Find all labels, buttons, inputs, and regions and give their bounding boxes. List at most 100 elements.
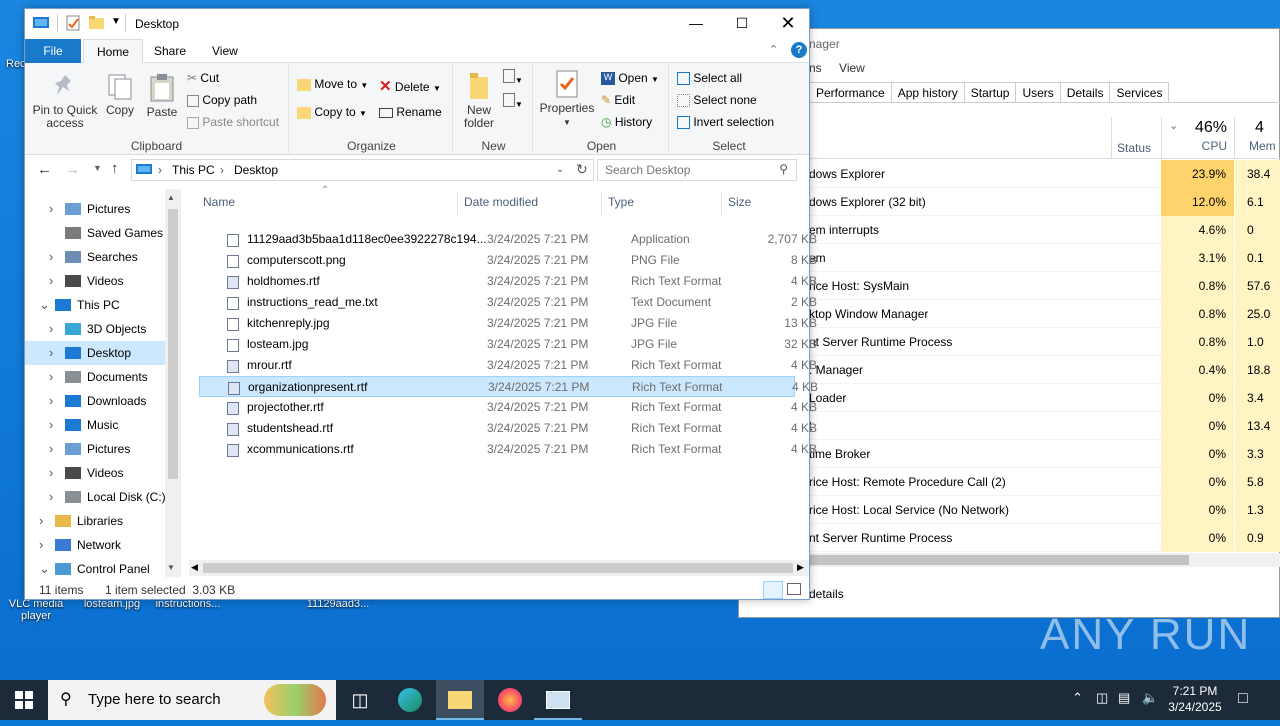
nav-item-saved-games[interactable]: Saved Games bbox=[25, 221, 165, 245]
tab-performance[interactable]: Performance bbox=[809, 82, 892, 102]
copy-button[interactable]: Copy bbox=[103, 73, 137, 117]
tab-home[interactable]: Home bbox=[83, 39, 144, 63]
file-row[interactable]: organizationpresent.rtf 3/24/2025 7:21 P… bbox=[199, 376, 818, 397]
rename-button[interactable]: Rename bbox=[379, 105, 442, 119]
file-row[interactable]: mrour.rtf 3/24/2025 7:21 PM Rich Text Fo… bbox=[199, 355, 817, 376]
process-row[interactable]: : Manager 0.4% 18.8 bbox=[809, 356, 1280, 384]
paste-shortcut-button[interactable]: Paste shortcut bbox=[187, 115, 279, 129]
process-row[interactable]: rice Host: Local Service (No Network) 0%… bbox=[809, 496, 1280, 524]
tab-app-history[interactable]: App history bbox=[890, 82, 965, 102]
process-row[interactable]: nt Server Runtime Process 0.8% 1.0 bbox=[809, 328, 1280, 356]
collapsed-chevron-icon[interactable]: › bbox=[49, 341, 53, 365]
file-row[interactable]: instructions_read_me.txt 3/24/2025 7:21 … bbox=[199, 292, 817, 313]
back-arrow-icon[interactable]: ← bbox=[37, 161, 52, 178]
breadcrumb-this-pc[interactable]: This PC bbox=[172, 163, 215, 177]
collapsed-chevron-icon[interactable]: › bbox=[49, 461, 53, 485]
process-row[interactable]: dows Explorer 23.9% 38.4 bbox=[809, 160, 1280, 188]
nav-item-pictures[interactable]: › Pictures bbox=[25, 437, 165, 461]
process-row[interactable]: em interrupts 4.6% 0 bbox=[809, 216, 1280, 244]
collapsed-chevron-icon[interactable]: › bbox=[49, 413, 53, 437]
collapsed-chevron-icon[interactable]: › bbox=[49, 485, 53, 509]
process-row[interactable]: t 0% 13.4 bbox=[809, 412, 1280, 440]
taskbar-search[interactable]: ⚲ Type here to search bbox=[48, 680, 336, 720]
process-row[interactable]: em 3.1% 0.1 bbox=[809, 244, 1280, 272]
collapsed-chevron-icon[interactable]: › bbox=[49, 317, 53, 341]
scroll-down-icon[interactable]: ▼ bbox=[167, 563, 175, 572]
process-row[interactable]: rice Host: SysMain 0.8% 57.6 bbox=[809, 272, 1280, 300]
process-row[interactable]: nt Server Runtime Process 0% 0.9 bbox=[809, 524, 1280, 552]
file-row[interactable]: losteam.jpg 3/24/2025 7:21 PM JPG File 3… bbox=[199, 334, 817, 355]
column-cpu[interactable]: CPU bbox=[1189, 139, 1227, 153]
horizontal-scrollbar[interactable] bbox=[809, 553, 1280, 567]
paste-button[interactable]: Paste bbox=[143, 73, 181, 119]
collapsed-chevron-icon[interactable]: › bbox=[49, 365, 53, 389]
tab-startup[interactable]: Startup bbox=[963, 82, 1017, 102]
process-row[interactable]: time Broker 0% 3.3 bbox=[809, 440, 1280, 468]
details-view-icon[interactable] bbox=[763, 581, 783, 599]
expanded-chevron-icon[interactable]: ⌄ bbox=[39, 557, 50, 577]
nav-item-local-disk-c-[interactable]: › Local Disk (C:) bbox=[25, 485, 166, 509]
collapsed-chevron-icon[interactable]: › bbox=[49, 245, 53, 269]
collapsed-chevron-icon[interactable]: › bbox=[39, 509, 43, 533]
history-button[interactable]: ◷ History bbox=[601, 115, 652, 129]
address-dropdown-icon[interactable]: ⌄ bbox=[556, 164, 564, 175]
move-to-button[interactable]: Move to ▼ bbox=[297, 77, 368, 91]
file-row[interactable]: studentshead.rtf 3/24/2025 7:21 PM Rich … bbox=[199, 418, 817, 439]
scroll-up-icon[interactable]: ▲ bbox=[167, 193, 175, 202]
edit-button[interactable]: ✎ Edit bbox=[601, 93, 635, 107]
collapsed-chevron-icon[interactable]: › bbox=[49, 197, 53, 221]
show-hidden-icons-icon[interactable]: ⌃ bbox=[1072, 690, 1083, 706]
column-date[interactable]: Date modified bbox=[464, 195, 538, 209]
nav-item-3d-objects[interactable]: › 3D Objects bbox=[25, 317, 165, 341]
task-view-icon[interactable]: ◫ bbox=[336, 680, 384, 720]
copy-path-button[interactable]: Copy path bbox=[187, 93, 257, 107]
minimize-icon[interactable]: — bbox=[673, 9, 719, 39]
file-row[interactable]: 11129aad3b5baa1d118ec0ee3922278c194... 3… bbox=[199, 229, 817, 250]
customize-dropdown-icon[interactable]: ▼ bbox=[111, 16, 121, 27]
nav-item-searches[interactable]: › Searches bbox=[25, 245, 165, 269]
column-size[interactable]: Size bbox=[728, 195, 751, 209]
maximize-icon[interactable]: ☐ bbox=[719, 9, 765, 39]
collapsed-chevron-icon[interactable]: › bbox=[49, 389, 53, 413]
tab-share[interactable]: Share bbox=[141, 39, 199, 63]
nav-scrollbar[interactable]: ▲ ▼ bbox=[165, 189, 181, 577]
nav-item-music[interactable]: › Music bbox=[25, 413, 165, 437]
scroll-left-icon[interactable]: ◀ bbox=[191, 562, 198, 573]
network-icon[interactable]: ▤ bbox=[1118, 690, 1130, 706]
close-icon[interactable]: ✕ bbox=[765, 9, 811, 39]
defender-icon[interactable]: ◫ bbox=[1096, 690, 1108, 706]
edge-icon[interactable] bbox=[386, 680, 434, 720]
column-type[interactable]: Type bbox=[608, 195, 634, 209]
file-row[interactable]: xcommunications.rtf 3/24/2025 7:21 PM Ri… bbox=[199, 439, 817, 460]
refresh-icon[interactable]: ↻ bbox=[576, 161, 588, 178]
file-explorer-taskbar-icon[interactable] bbox=[436, 680, 484, 720]
collapsed-chevron-icon[interactable]: › bbox=[49, 269, 53, 293]
tab-view[interactable]: View bbox=[199, 39, 251, 63]
select-none-button[interactable]: Select none bbox=[677, 93, 757, 108]
tab-details[interactable]: Details bbox=[1059, 82, 1111, 102]
hscroll-thumb[interactable] bbox=[203, 563, 793, 573]
pin-quick-access-button[interactable]: Pin to Quick access bbox=[29, 73, 101, 130]
fewer-details-link[interactable]: details bbox=[809, 587, 844, 601]
breadcrumb-desktop[interactable]: Desktop bbox=[234, 163, 278, 177]
up-arrow-icon[interactable]: ↑ bbox=[111, 160, 119, 177]
scroll-right-icon[interactable]: ▶ bbox=[797, 562, 804, 573]
expanded-chevron-icon[interactable]: ⌄ bbox=[39, 293, 50, 317]
windows-start-icon[interactable] bbox=[0, 680, 48, 720]
volume-icon[interactable]: 🔈 bbox=[1142, 690, 1158, 706]
process-row[interactable]: rice Host: Remote Procedure Call (2) 0% … bbox=[809, 468, 1280, 496]
menu-view[interactable]: View bbox=[839, 61, 865, 75]
nav-item-downloads[interactable]: › Downloads bbox=[25, 389, 165, 413]
process-row[interactable]: Loader 0% 3.4 bbox=[809, 384, 1280, 412]
address-bar[interactable]: › This PC › Desktop ⌄ ↻ bbox=[131, 159, 594, 181]
recent-locations-icon[interactable]: ▼ bbox=[93, 163, 102, 173]
nav-item-pictures[interactable]: › Pictures bbox=[25, 197, 165, 221]
column-memory[interactable]: Mem bbox=[1249, 139, 1276, 153]
large-icons-view-icon[interactable] bbox=[787, 583, 801, 595]
help-icon[interactable]: ? bbox=[791, 42, 807, 58]
notifications-icon[interactable]: □ bbox=[1238, 690, 1248, 708]
collapse-ribbon-icon[interactable]: ⌃ bbox=[769, 43, 778, 56]
collapsed-chevron-icon[interactable]: › bbox=[39, 533, 43, 557]
file-list-hscrollbar[interactable]: ◀ ▶ bbox=[189, 560, 809, 576]
nav-item-desktop[interactable]: › Desktop bbox=[25, 341, 165, 365]
